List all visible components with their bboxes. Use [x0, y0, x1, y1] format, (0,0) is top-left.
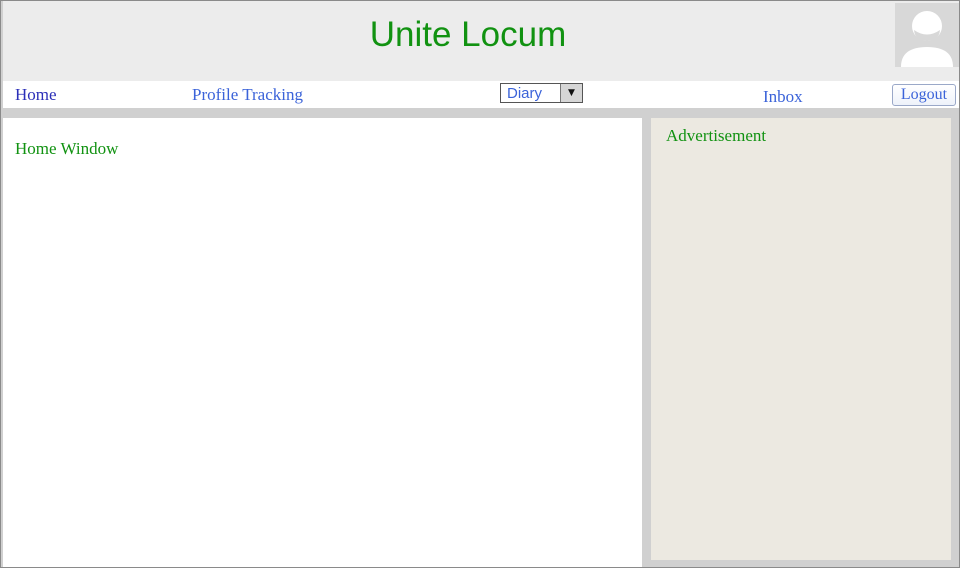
- nav-inbox-link[interactable]: Inbox: [763, 87, 803, 107]
- header-bar: Unite Locum: [3, 1, 959, 81]
- home-window-panel: Home Window: [3, 118, 642, 567]
- nav-home-link[interactable]: Home: [15, 85, 57, 105]
- home-window-title: Home Window: [15, 139, 119, 158]
- logout-button[interactable]: Logout: [892, 84, 956, 106]
- diary-select-value: Diary: [507, 85, 543, 102]
- nav-bar: Home Profile Tracking Diary ▼ Inbox Logo…: [3, 81, 959, 108]
- app-title: Unite Locum: [369, 15, 567, 54]
- diary-select[interactable]: Diary ▼: [500, 83, 583, 103]
- advertisement-panel: Advertisement: [651, 118, 951, 560]
- user-avatar-icon[interactable]: [895, 3, 959, 67]
- app-frame: Unite Locum Home Profile Tracking Diary …: [0, 0, 960, 568]
- advertisement-title: Advertisement: [666, 126, 767, 145]
- dropdown-arrow-icon[interactable]: ▼: [560, 84, 582, 102]
- nav-profile-tracking-link[interactable]: Profile Tracking: [192, 85, 303, 105]
